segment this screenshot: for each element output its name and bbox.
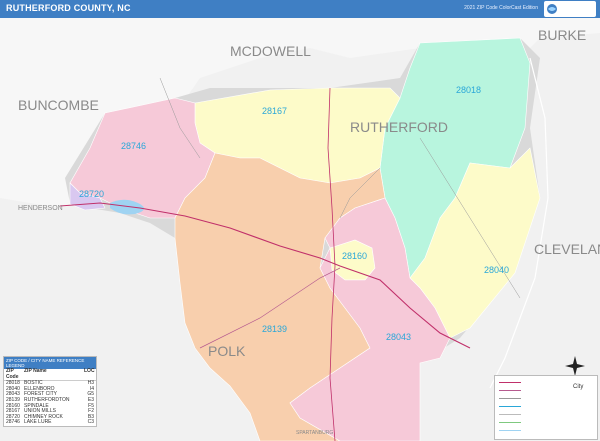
legend-line-interstate	[499, 382, 521, 383]
legend-col-zip: ZIP Code	[6, 368, 19, 380]
edition-label: 2021 ZIP Code ColorCast Edition	[464, 5, 538, 11]
legend-col-name: ZIP Name	[24, 368, 47, 374]
county-label-burke: BURKE	[538, 27, 586, 43]
zip-label-28018: 28018	[456, 85, 481, 95]
legend-loc: C3	[87, 419, 94, 426]
zip-reference-legend: ZIP CODE / CITY NAME REFERENCE LEGEND ZI…	[3, 356, 97, 427]
legend-line-road	[499, 398, 521, 399]
legend-line-water	[499, 430, 521, 431]
globe-icon	[547, 4, 557, 14]
legend-header: ZIP CODE / CITY NAME REFERENCE LEGEND	[4, 357, 96, 369]
county-label-rutherford: RUTHERFORD	[350, 119, 448, 135]
legend-col-loc: LOC	[84, 368, 95, 374]
county-label-mcdowell: MCDOWELL	[230, 43, 311, 59]
map-title: RUTHERFORD COUNTY, NC	[6, 3, 131, 13]
legend-line-park	[499, 422, 521, 423]
zip-label-28167: 28167	[262, 106, 287, 116]
zip-label-28720: 28720	[79, 189, 104, 199]
legend-city: LAKE LURE	[24, 419, 52, 426]
city-legend-label: City	[573, 384, 584, 390]
zip-label-28139: 28139	[262, 324, 287, 334]
county-label-cleveland: CLEVELAND	[534, 241, 600, 257]
compass-rose-icon	[565, 356, 585, 376]
county-label-henderson: HENDERSON	[18, 205, 63, 212]
zip-label-28160: 28160	[342, 251, 367, 261]
legend-line-county	[499, 414, 521, 415]
zip-label-28040: 28040	[484, 265, 509, 275]
legend-zip: 28746	[6, 419, 20, 426]
zip-label-28746: 28746	[121, 141, 146, 151]
county-label-spartanburg: SPARTANBURG	[296, 430, 333, 436]
market-maps-logo	[544, 1, 596, 17]
county-label-buncombe: BUNCOMBE	[18, 97, 99, 113]
zip-label-28043: 28043	[386, 332, 411, 342]
legend-row: 28746 LAKE LURE C3	[4, 420, 96, 426]
legend-line-highway	[499, 390, 521, 391]
legend-line-zip	[499, 406, 521, 407]
title-bar: RUTHERFORD COUNTY, NC 2021 ZIP Code Colo…	[0, 0, 600, 18]
county-label-polk: POLK	[208, 343, 246, 359]
map-frame: RUTHERFORD COUNTY, NC 2021 ZIP Code Colo…	[0, 0, 600, 441]
